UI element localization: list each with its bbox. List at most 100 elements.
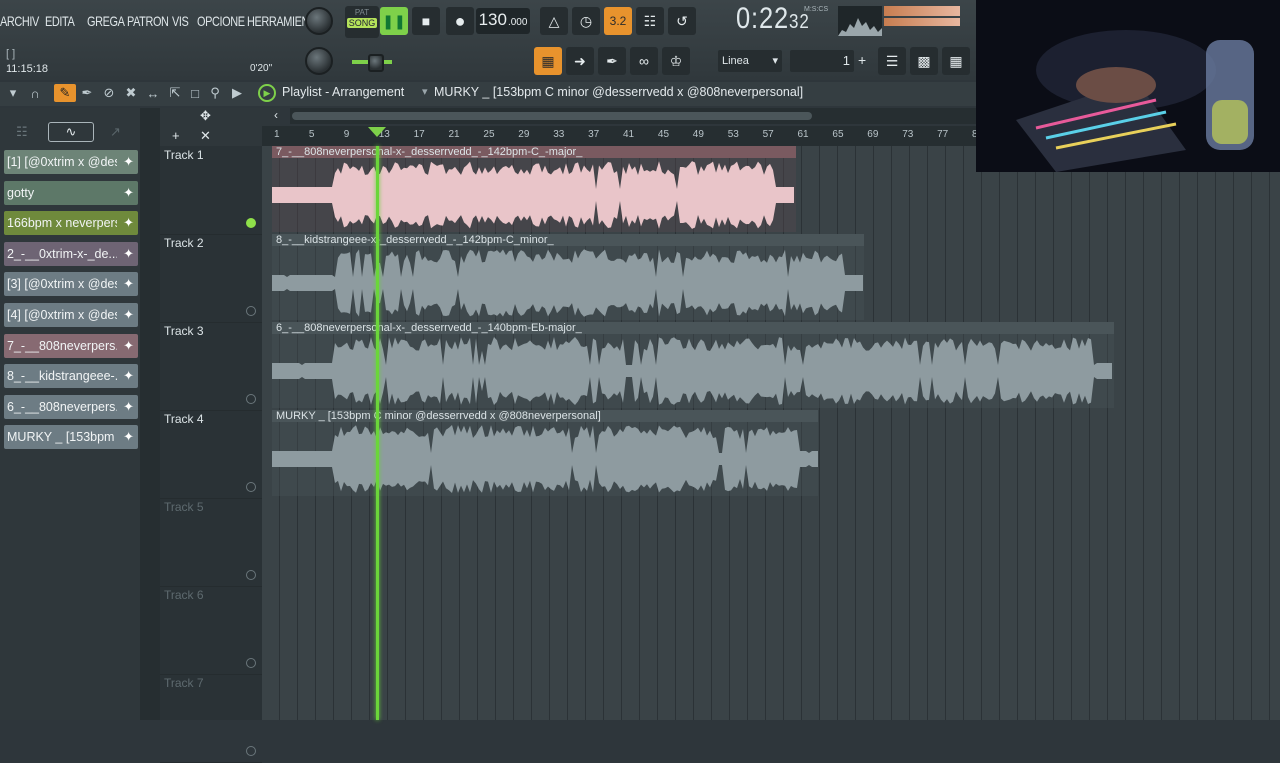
ruler-tick: 21 [448,129,460,140]
playlist-play-icon[interactable]: ▶ [258,84,276,102]
ruler-tick: 57 [762,129,774,140]
playlist-pattern[interactable]: MURKY _ [153bpm C minor @desserrvedd x @… [434,85,803,99]
clip-list-item[interactable]: 6_-__808neverpers... ✦ [4,394,138,419]
step-edit-button[interactable]: 3.2 [604,7,632,35]
menu-view[interactable]: VIS [172,8,192,34]
brush-icon: ✒ [606,52,618,69]
audio-clip-title[interactable]: MURKY _ [153bpm C minor @desserrvedd x @… [272,410,818,422]
slip-tool-icon[interactable]: ↔ [144,84,162,102]
track-header[interactable]: Track 4 [160,410,262,499]
track-enable-button[interactable] [246,218,256,228]
next-button[interactable]: ➜ [566,47,594,75]
track-enable-button[interactable] [246,658,256,668]
piano-roll-button[interactable]: ▦ [942,47,970,75]
track-label: Track 6 [164,588,204,602]
scroll-left-icon[interactable]: ‹ [274,108,278,122]
menu-patterns[interactable]: PATRON [127,8,169,34]
chevron-down-icon[interactable]: ▾ [422,85,428,98]
menu-edit[interactable]: EDITA [45,8,78,34]
playback-tool-icon[interactable]: ▶ [228,84,246,102]
track-enable-button[interactable] [246,394,256,404]
waveform-icon: ✦ [123,276,134,292]
waveform-icon: ✦ [123,154,134,169]
select-tool-icon[interactable]: □ [186,84,204,102]
horizontal-scrollbar[interactable] [290,108,980,124]
playhead[interactable] [376,146,379,720]
link-button[interactable]: ∞ [630,47,658,75]
mute-tool-icon[interactable]: ✖ [122,84,140,102]
clip-list-item[interactable]: MURKY _ [153bpm C... ✦ [4,425,138,450]
track-header[interactable]: Track 7 [160,674,262,763]
playlist-window-button[interactable]: ▦ [534,47,562,75]
clip-list-item[interactable]: [4] [@0xtrim x @des... ✦ [4,303,138,327]
wait-record-button[interactable]: ◷ [572,7,600,35]
master-volume-knob[interactable] [305,7,333,35]
song-label: SONG [347,18,377,28]
track-header[interactable]: Track 1 [160,146,262,235]
clip-list-item-label: [3] [@0xtrim x @des... [7,277,117,292]
audio-clip[interactable]: MURKY _ [153bpm C minor @desserrvedd x @… [272,410,818,496]
audio-clip-title[interactable]: 6_-__808neverpersonal-x-_desserrvedd_-_1… [272,322,1114,334]
hint-brackets: [ ] [6,48,16,60]
metronome-button[interactable]: △ [540,7,568,35]
plus-icon[interactable]: + [858,52,866,68]
clip-list-item[interactable]: 7_-__808neverpers... ✦ [4,333,138,358]
menu-file[interactable]: ARCHIV [0,8,39,34]
audio-clip[interactable]: 6_-__808neverpersonal-x-_desserrvedd_-_1… [272,322,1114,408]
menu-tools[interactable]: HERRAMIENTA [247,8,322,34]
clip-list-item[interactable]: gotty ✦ [4,180,138,205]
playhead-marker[interactable] [368,127,386,137]
paint-tool-icon[interactable]: ✒ [78,84,96,102]
menu-options[interactable]: OPCIONE [197,8,245,34]
zoom-tool-icon[interactable]: ⚲ [206,84,224,102]
snap-select[interactable]: Linea ▾ [718,50,782,72]
snap-value-field[interactable]: 1 [790,50,854,72]
stamp-button[interactable]: ♔ [662,47,690,75]
track-enable-button[interactable] [246,482,256,492]
clip-list-item[interactable]: 8_-__kidstrangeee-... ✦ [4,364,138,389]
scroll-thumb[interactable] [292,112,812,120]
close-icon[interactable]: ✕ [200,128,211,144]
menu-add[interactable]: GREGA [87,8,125,34]
magnet-icon[interactable]: ∩ [26,84,44,102]
track-header[interactable]: Track 2 [160,234,262,323]
pitch-slider-handle[interactable] [368,54,384,72]
track-enable-button[interactable] [246,570,256,580]
brush-tool-button[interactable]: ✒ [598,47,626,75]
add-track-icon[interactable]: + [172,128,180,143]
automation-icon[interactable]: ↗ [110,124,121,140]
pat-song-toggle[interactable]: PAT SONG [345,6,379,38]
play-pause-button[interactable]: ❚❚ [380,7,408,35]
browser-scrollbar[interactable] [140,108,160,720]
clip-list-item[interactable]: [1] [@0xtrim x @des... ✦ [4,150,138,174]
slice-tool-icon[interactable]: ⇱ [166,84,184,102]
track-header[interactable]: Track 5 [160,498,262,587]
ruler-tick: 77 [937,129,949,140]
clip-list-item-label: 6_-__808neverpers... [7,399,117,414]
mixer-button[interactable]: ☰ [878,47,906,75]
audio-clip-icon[interactable]: ∿ [48,122,94,142]
track-header[interactable]: Track 6 [160,586,262,675]
audio-clip[interactable]: 8_-__kidstrangeee-x-_desserrvedd_-_142bp… [272,234,864,320]
clip-list-item[interactable]: 166bpm x neverpers... ✦ [4,211,138,236]
draw-tool-icon[interactable]: ✎ [54,84,76,102]
loop-record-button[interactable]: ↺ [668,7,696,35]
playlist-menu-arrow-icon[interactable]: ▾ [4,84,22,102]
clip-list-item[interactable]: [3] [@0xtrim x @des... ✦ [4,272,138,297]
blend-notes-button[interactable]: ☷ [636,7,664,35]
clip-list-item[interactable]: 2_-__0xtrim-x-_de... ✦ [4,241,138,266]
stop-button[interactable]: ■ [412,7,440,35]
audio-clip-title[interactable]: 8_-__kidstrangeee-x-_desserrvedd_-_142bp… [272,234,864,246]
track-enable-button[interactable] [246,746,256,756]
audio-clip-title[interactable]: 7_-__808neverpersonal-x-_desserrvedd_-_1… [272,146,796,158]
track-header[interactable]: Track 3 [160,322,262,411]
channel-rack-button[interactable]: ▩ [910,47,938,75]
master-pitch-knob[interactable] [305,47,333,75]
move-icon[interactable]: ✥ [200,108,211,124]
delete-tool-icon[interactable]: ⊘ [100,84,118,102]
audio-clip[interactable]: 7_-__808neverpersonal-x-_desserrvedd_-_1… [272,146,796,232]
record-button[interactable]: ● [446,7,474,35]
track-enable-button[interactable] [246,306,256,316]
tempo-display[interactable]: 130.000 [476,8,530,34]
piano-roll-icon[interactable]: ☷ [16,124,28,140]
